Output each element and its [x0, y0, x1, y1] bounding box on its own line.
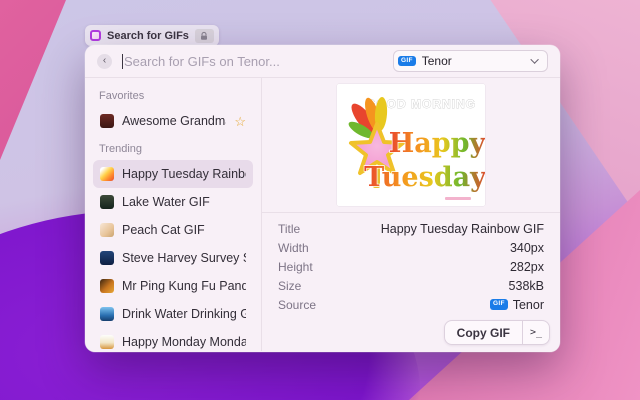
list-item-label: Steve Harvey Survey Says GIF [122, 251, 246, 265]
desktop-wallpaper: Search for GIFs ‹ Search for GIFs on Ten… [0, 0, 640, 400]
window-topbar: ‹ Search for GIFs on Tenor... GIF Tenor [85, 45, 560, 78]
gif-text-tuesday: Tuesday [364, 162, 485, 193]
copy-gif-button[interactable]: Copy GIF [445, 321, 522, 344]
command-badge[interactable]: Search for GIFs [85, 25, 219, 46]
meta-value: 340px [510, 241, 544, 255]
meta-row-size: Size 538kB [262, 276, 560, 295]
search-placeholder: Search for GIFs on Tenor... [124, 54, 280, 69]
search-input[interactable]: Search for GIFs on Tenor... [122, 54, 383, 69]
meta-label: Source [278, 298, 490, 312]
source-name: Tenor [513, 298, 544, 312]
search-gifs-window: ‹ Search for GIFs on Tenor... GIF Tenor … [85, 45, 560, 352]
tenor-gif-badge-icon: GIF [398, 56, 416, 67]
meta-row-height: Height 282px [262, 257, 560, 276]
list-item-label: Awesome Grandma GIF [122, 114, 226, 128]
hotkey-pill [195, 29, 214, 43]
actions-menu-button[interactable]: >_ [523, 321, 549, 344]
list-item-label: Drink Water Drinking GIF [122, 307, 246, 321]
detail-panel: GOOD MORNING Happy Tuesday [262, 78, 560, 351]
source-dropdown[interactable]: GIF Tenor [393, 50, 548, 72]
list-item-peach-cat[interactable]: Peach Cat GIF [93, 216, 253, 244]
terminal-prompt-icon: >_ [530, 327, 542, 338]
list-item-label: Happy Tuesday Rainbow GIF [122, 167, 246, 181]
gif-text-happy: Happy [389, 128, 485, 159]
text-caret [122, 54, 123, 69]
meta-row-width: Width 340px [262, 238, 560, 257]
gif-preview-image: GOOD MORNING Happy Tuesday [337, 84, 485, 206]
meta-value: 538kB [509, 279, 544, 293]
favorites-section-title: Favorites [85, 82, 261, 107]
meta-label: Title [278, 222, 381, 236]
list-item-happy-tuesday[interactable]: Happy Tuesday Rainbow GIF [93, 160, 253, 188]
list-item-steve-harvey[interactable]: Steve Harvey Survey Says GIF [93, 244, 253, 272]
list-item-lake-water[interactable]: Lake Water GIF [93, 188, 253, 216]
gif-preview-art: GOOD MORNING Happy Tuesday [337, 84, 485, 206]
gif-thumbnail [100, 223, 114, 237]
tenor-gif-badge-icon: GIF [490, 299, 508, 310]
lock-icon [199, 31, 209, 41]
favorite-star-icon[interactable]: ☆ [234, 115, 246, 128]
list-item-label: Lake Water GIF [122, 195, 246, 209]
metadata-list: Title Happy Tuesday Rainbow GIF Width 34… [262, 213, 560, 314]
meta-label: Height [278, 260, 510, 274]
back-chevron-icon: ‹ [103, 56, 106, 66]
meta-value: Happy Tuesday Rainbow GIF [381, 222, 544, 236]
list-item-happy-monday[interactable]: Happy Monday Mondays GIF [93, 328, 253, 351]
action-bar: Copy GIF >_ [444, 320, 550, 345]
list-item-drink-water[interactable]: Drink Water Drinking GIF [93, 300, 253, 328]
meta-value: 282px [510, 260, 544, 274]
list-item-label: Mr Ping Kung Fu Panda GIF [122, 279, 246, 293]
meta-row-source: Source GIF Tenor [262, 295, 560, 314]
meta-row-title: Title Happy Tuesday Rainbow GIF [262, 219, 560, 238]
gif-extension-icon [90, 30, 101, 41]
watermark [445, 197, 471, 200]
list-item-mr-ping[interactable]: Mr Ping Kung Fu Panda GIF [93, 272, 253, 300]
source-dropdown-value: Tenor [422, 54, 527, 68]
results-sidebar: Favorites Awesome Grandma GIF ☆ Trending… [85, 78, 262, 351]
meta-label: Size [278, 279, 509, 293]
list-item-label: Happy Monday Mondays GIF [122, 335, 246, 349]
gif-thumbnail [100, 114, 114, 128]
trending-section-title: Trending [85, 135, 261, 160]
list-item-label: Peach Cat GIF [122, 223, 246, 237]
list-item-awesome-grandma[interactable]: Awesome Grandma GIF ☆ [93, 107, 253, 135]
gif-preview-area: GOOD MORNING Happy Tuesday [262, 78, 560, 213]
gif-thumbnail [100, 335, 114, 349]
gif-thumbnail [100, 307, 114, 321]
chevron-down-icon [530, 55, 538, 63]
meta-value: GIF Tenor [490, 298, 544, 312]
gif-thumbnail [100, 279, 114, 293]
gif-thumbnail [100, 195, 114, 209]
command-badge-label: Search for GIFs [107, 30, 189, 42]
meta-label: Width [278, 241, 510, 255]
gif-thumbnail [100, 251, 114, 265]
gif-thumbnail [100, 167, 114, 181]
back-button[interactable]: ‹ [97, 54, 112, 69]
